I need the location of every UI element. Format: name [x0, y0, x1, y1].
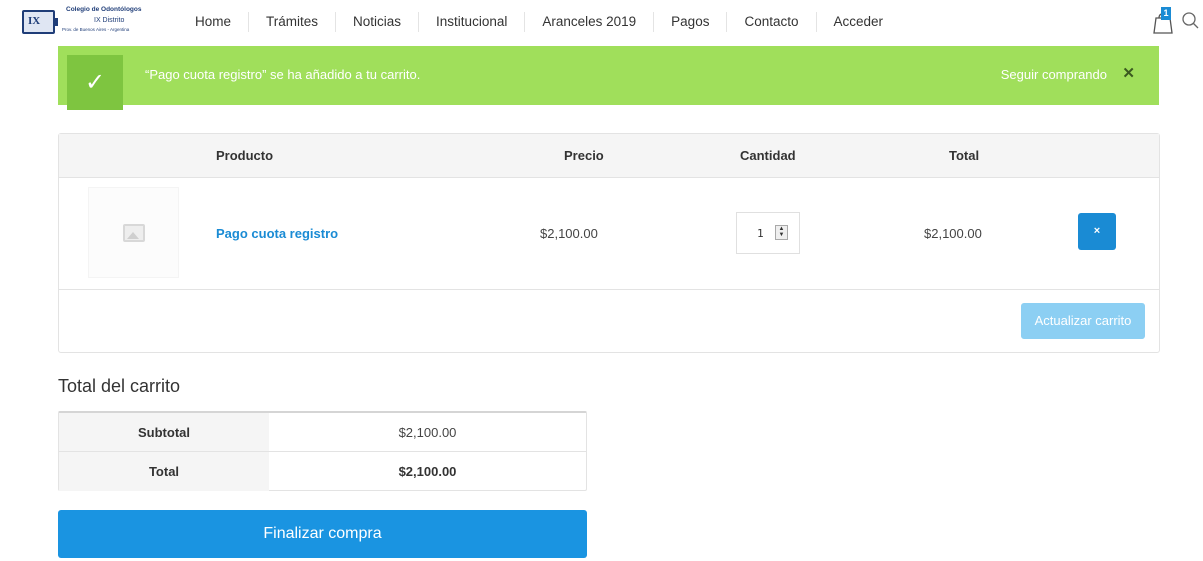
logo-emblem: IX [22, 10, 58, 34]
quantity-value[interactable]: 1 [757, 227, 764, 240]
header-price: Precio [564, 148, 604, 163]
cart-table: Producto Precio Cantidad Total Pago cuot… [58, 133, 1160, 353]
update-cart-button[interactable]: Actualizar carrito [1021, 303, 1145, 339]
total-row: Total $2,100.00 [59, 452, 586, 491]
nav-acceder[interactable]: Acceder [817, 12, 901, 32]
remove-item-button[interactable]: × [1078, 213, 1116, 250]
spinner-arrows-icon[interactable]: ▲ ▼ [775, 225, 788, 240]
notice-message: “Pago cuota registro” se ha añadido a tu… [145, 67, 421, 82]
total-value: $2,100.00 [398, 464, 457, 479]
subtotal-label: Subtotal [59, 413, 269, 451]
product-subtotal: $2,100.00 [924, 226, 982, 241]
nav-contacto[interactable]: Contacto [727, 12, 817, 32]
site-header: IX Colegio de Odontólogos IX Distrito Pr… [0, 0, 1203, 44]
subtotal-value: $2,100.00 [398, 425, 457, 440]
table-row: Pago cuota registro $2,100.00 1 ▲ ▼ $2,10… [59, 178, 1159, 290]
total-label: Total [59, 452, 269, 491]
product-thumbnail[interactable] [88, 187, 179, 278]
nav-aranceles[interactable]: Aranceles 2019 [525, 12, 655, 32]
cart-table-header: Producto Precio Cantidad Total [59, 134, 1159, 178]
close-icon[interactable]: ✕ [1122, 64, 1135, 82]
nav-institucional[interactable]: Institucional [419, 12, 526, 32]
logo-line-2: IX Distrito [94, 17, 125, 24]
header-product: Producto [216, 148, 274, 163]
subtotal-row: Subtotal $2,100.00 [59, 413, 586, 452]
nav-noticias[interactable]: Noticias [336, 12, 420, 32]
nav-home[interactable]: Home [178, 12, 250, 32]
main-nav: Home Trámites Noticias Institucional Ara… [178, 0, 900, 44]
image-placeholder-icon [122, 223, 145, 242]
header-quantity: Cantidad [740, 148, 796, 163]
logo-line-3: Prov. de Buenos Aires - Argentina [62, 27, 130, 32]
site-logo[interactable]: IX Colegio de Odontólogos IX Distrito Pr… [22, 6, 152, 38]
quantity-stepper[interactable]: 1 ▲ ▼ [736, 212, 800, 254]
cart-totals-title: Total del carrito [58, 376, 181, 396]
cart-totals-table: Subtotal $2,100.00 Total $2,100.00 [58, 411, 587, 491]
nav-tramites[interactable]: Trámites [249, 12, 337, 32]
logo-mark-text: IX [28, 15, 41, 27]
added-to-cart-notice: ✓ “Pago cuota registro” se ha añadido a … [58, 46, 1159, 110]
product-name-link[interactable]: Pago cuota registro [216, 226, 338, 241]
nav-pagos[interactable]: Pagos [654, 12, 728, 32]
check-icon: ✓ [67, 55, 123, 110]
search-icon[interactable] [1182, 10, 1200, 32]
header-total: Total [949, 148, 980, 163]
continue-shopping-link[interactable]: Seguir comprando [1001, 67, 1107, 82]
product-price: $2,100.00 [540, 226, 598, 241]
checkout-button[interactable]: Finalizar compra [58, 510, 587, 558]
cart-count-badge[interactable]: 1 [1161, 7, 1171, 20]
logo-line-1: Colegio de Odontólogos [66, 6, 142, 13]
